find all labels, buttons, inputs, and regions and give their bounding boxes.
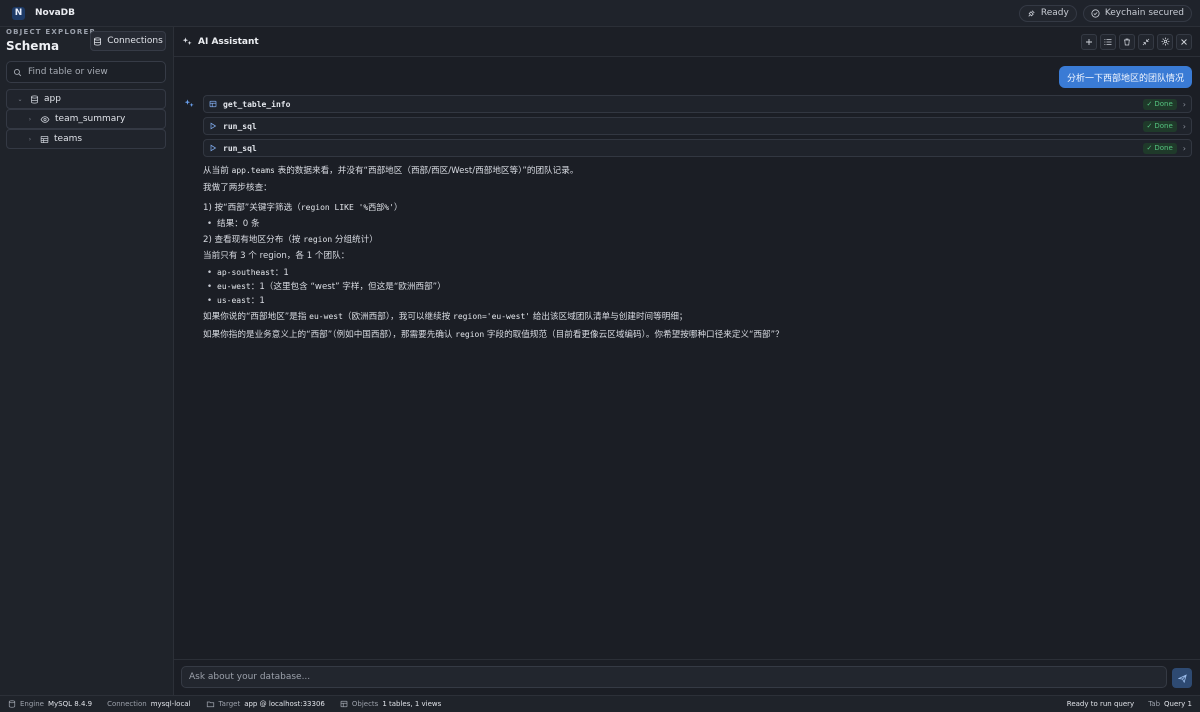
keychain-label: Keychain secured [1104,8,1184,18]
tool-call-get-table-info[interactable]: get_table_info ✓ Done › [203,95,1192,113]
database-icon [31,94,38,104]
tree-item-label: teams [54,134,83,144]
status-badge: ✓ Done [1142,98,1177,110]
user-message-bubble: 分析一下西部地区的团队情况 [1058,66,1192,88]
response-paragraph: 如果你指的是业务意义上的“西部”（例如中国西部），那需要先确认 region 字… [203,330,784,340]
table-icon [340,700,348,708]
engine-status: Engine MySQL 8.4.9 [8,700,92,708]
tree-item-label: app [44,94,61,104]
tree-item-teams[interactable]: › teams [6,129,166,149]
trash-icon [1124,38,1130,45]
table-icon [40,135,49,143]
assistant-avatar [184,98,195,109]
new-chat-button[interactable] [1081,33,1097,50]
chevron-down-icon[interactable]: ⌄ [16,96,24,103]
clear-chat-button[interactable] [1119,33,1135,50]
assistant-header: AI Assistant [174,27,1200,57]
plus-icon [1086,38,1092,45]
send-icon [1177,673,1187,683]
connections-button[interactable]: Connections [90,31,166,51]
chevron-right-icon[interactable]: › [1183,100,1186,109]
list-item: us-east：1 [203,294,1183,308]
database-icon [8,700,16,708]
list-item: ap-southeast：1 [203,266,1183,280]
assistant-response: 从当前 app.teams 表的数据来看，并没有“西部地区（西部/西区/West… [203,162,1183,343]
objects-value: 1 tables, 1 views [382,700,442,708]
database-icon [94,36,102,46]
user-message-text: 分析一下西部地区的团队情况 [1066,73,1184,84]
run-status: Ready to run query [1066,700,1135,708]
target-value: app @ localhost:33306 [244,700,325,708]
history-button[interactable] [1100,33,1116,50]
send-button[interactable] [1172,668,1192,688]
response-paragraph: 从当前 app.teams 表的数据来看，并没有“西部地区（西部/西区/West… [203,166,579,176]
list-icon [1104,38,1112,45]
chat-composer[interactable] [181,666,1167,688]
settings-button[interactable] [1157,33,1173,50]
check-icon: ✓ [1146,100,1153,108]
title-bar: N NovaDB Ready Keychain secured [0,0,1200,27]
target-status: Target app @ localhost:33306 [206,700,325,708]
object-explorer-label: OBJECT EXPLORER [6,28,97,36]
connection-value: mysql-local [150,700,191,708]
keychain-status-pill[interactable]: Keychain secured [1082,4,1192,22]
play-icon [210,122,217,130]
play-icon [210,144,217,152]
plug-icon [1028,9,1035,17]
close-icon [1181,38,1187,45]
check-icon: ✓ [1146,144,1153,152]
app-logo: N [12,6,25,20]
status-badge: ✓ Done [1142,120,1177,132]
sparkles-icon [184,99,194,107]
table-search-box[interactable] [6,61,166,83]
composer-divider [174,659,1200,660]
search-icon [13,68,22,76]
connection-status: Connection mysql-local [107,700,191,708]
chevron-right-icon[interactable]: › [26,136,34,143]
check-icon: ✓ [1146,122,1153,130]
response-paragraph: 我做了两步核查： [203,183,272,193]
tool-name: get_table_info [223,99,291,109]
gear-icon [1161,37,1169,46]
response-paragraph: 1) 按“西部”关键字筛选（region LIKE '%西部%'） [203,203,403,213]
app-name: NovaDB [35,8,75,18]
tree-item-label: team_summary [55,114,126,124]
chat-input[interactable] [189,672,1159,682]
tool-name: run_sql [223,121,257,131]
sparkles-icon [182,37,192,45]
response-paragraph: 当前只有 3 个 region，各 1 个团队： [203,251,350,261]
assistant-title: AI Assistant [198,36,259,47]
list-item: eu-west：1（这里包含 “west” 字样，但这是“欧洲西部”） [203,280,1183,294]
close-button[interactable] [1176,33,1192,50]
response-paragraph: 2) 查看现有地区分布（按 region 分组统计） [203,235,378,245]
tool-call-run-sql[interactable]: run_sql ✓ Done › [203,117,1192,135]
tree-item-app[interactable]: ⌄ app [6,89,166,109]
chevron-right-icon[interactable]: › [1183,122,1186,131]
engine-value: MySQL 8.4.9 [48,700,93,708]
schema-title: Schema [6,39,60,53]
connections-label: Connections [107,36,163,46]
tab-status: Tab Query 1 [1148,700,1192,708]
table-search-input[interactable] [28,67,158,77]
objects-status: Objects 1 tables, 1 views [340,700,441,708]
list-item: 结果：0 条 [203,217,1183,231]
status-bar: Engine MySQL 8.4.9 Connection mysql-loca… [0,695,1200,712]
eye-icon [40,115,50,123]
chevron-right-icon[interactable]: › [26,116,34,123]
chevron-right-icon[interactable]: › [1183,144,1186,153]
status-badge: ✓ Done [1142,142,1177,154]
minimize-button[interactable] [1138,33,1154,50]
tree-item-team-summary[interactable]: › team_summary [6,109,166,129]
response-paragraph: 如果你说的“西部地区”是指 eu-west（欧洲西部），我可以继续按 regio… [203,312,688,322]
ready-status-pill[interactable]: Ready [1018,4,1077,22]
tool-name: run_sql [223,143,257,153]
shield-icon [1091,8,1100,18]
table-icon [209,100,217,108]
ready-label: Ready [1040,8,1069,18]
tab-value: Query 1 [1164,700,1192,708]
tool-call-run-sql[interactable]: run_sql ✓ Done › [203,139,1192,157]
collapse-icon [1142,38,1150,45]
folder-icon [206,701,214,708]
